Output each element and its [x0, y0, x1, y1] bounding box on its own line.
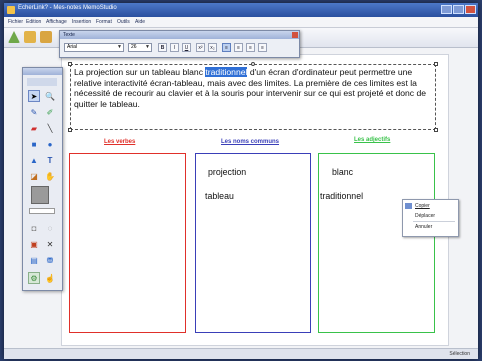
tool-palette: ➤ 🔍 ✎ ✐ ▰ ╲ ■ ● ▲ T ◪ ✋ ◘ ◌ ▣ ✕ ▤ ⛃ ⚙ ☝	[22, 67, 63, 291]
window-title: EcherLink? - Mes-notes MemoStudio	[18, 5, 117, 11]
shape-library-icon[interactable]: ◌	[44, 222, 56, 234]
subscript-button[interactable]: x₂	[208, 43, 217, 52]
triangle-icon[interactable]: ▲	[28, 154, 40, 166]
image-icon[interactable]: ◘	[28, 222, 40, 234]
superscript-button[interactable]: x²	[196, 43, 205, 52]
resize-handle[interactable]	[434, 128, 438, 132]
align-left-button[interactable]: ≡	[222, 43, 231, 52]
category-label-noms: Les noms communs	[221, 139, 280, 145]
category-label-adjectifs: Les adjectifs	[354, 137, 391, 143]
rotate-handle[interactable]	[251, 62, 255, 66]
delete-icon[interactable]: ✕	[44, 238, 56, 250]
menu-cancel[interactable]: Annuler	[415, 224, 432, 230]
line-width-slider[interactable]	[29, 208, 55, 214]
record-icon[interactable]: ⛃	[44, 254, 56, 266]
category-box-verbes[interactable]	[69, 153, 186, 333]
font-family-select[interactable]: Arial ▼	[64, 43, 124, 52]
eraser-icon[interactable]: ▰	[28, 122, 40, 134]
word-tag[interactable]: blanc	[332, 167, 353, 177]
select-icon[interactable]: ➤	[28, 90, 40, 102]
status-bar: Sélection	[4, 348, 478, 359]
category-box-noms[interactable]	[195, 153, 311, 333]
fill-icon[interactable]: ◪	[28, 170, 40, 182]
menu-fichier[interactable]: Fichier	[8, 19, 23, 25]
app-logo-icon	[7, 6, 15, 14]
font-value: Arial	[67, 44, 78, 50]
pointer-mode-icon[interactable]: ☝	[44, 272, 56, 284]
selected-word[interactable]: traditionnel	[205, 67, 248, 77]
paragraph-start: La projection sur un tableau blanc	[74, 67, 206, 77]
align-center-button[interactable]: ≡	[234, 43, 243, 52]
text-format-palette: Texte Arial ▼ 26 ▼ B I U x² x₂ ≡ ≡ ≡ ≡	[59, 30, 300, 58]
close-palette-icon[interactable]	[292, 32, 298, 38]
color-swatch-icon[interactable]	[31, 186, 49, 204]
font-size-select[interactable]: 26 ▼	[128, 43, 152, 52]
align-right-button[interactable]: ≡	[246, 43, 255, 52]
screen-icon[interactable]: ▤	[28, 254, 40, 266]
bold-button[interactable]: B	[158, 43, 167, 52]
home-icon[interactable]	[8, 31, 20, 43]
zoom-icon[interactable]: 🔍	[44, 90, 56, 102]
menu-move[interactable]: Déplacer	[415, 213, 435, 219]
minimize-button[interactable]	[441, 5, 452, 14]
pen-icon[interactable]: ✎	[28, 106, 40, 118]
highlighter-icon[interactable]: ✐	[44, 106, 56, 118]
maximize-button[interactable]	[453, 5, 464, 14]
chevron-down-icon: ▼	[117, 44, 122, 50]
context-menu: Copier Déplacer Annuler	[402, 199, 459, 237]
menu-separator	[413, 221, 455, 222]
menu-format[interactable]: Format	[96, 19, 112, 25]
line-icon[interactable]: ╲	[44, 122, 56, 134]
palette-header-icon	[27, 78, 57, 86]
menu-copy[interactable]: Copier	[415, 203, 430, 209]
menu-edition[interactable]: Edition	[26, 19, 41, 25]
underline-button[interactable]: U	[182, 43, 191, 52]
resize-handle[interactable]	[68, 62, 72, 66]
rectangle-icon[interactable]: ■	[28, 138, 40, 150]
palette-title-bar	[23, 68, 62, 75]
hand-icon[interactable]: ✋	[44, 170, 56, 182]
menu-affichage[interactable]: Affichage	[46, 19, 67, 25]
category-box-adjectifs[interactable]	[318, 153, 435, 333]
save-icon[interactable]	[40, 31, 52, 43]
menu-aide[interactable]: Aide	[135, 19, 145, 25]
menu-outils[interactable]: Outils	[117, 19, 130, 25]
copy-icon	[405, 203, 412, 209]
title-bar: EcherLink? - Mes-notes MemoStudio	[4, 3, 478, 17]
size-value: 26	[131, 44, 137, 50]
mode-icon[interactable]: ⚙	[28, 272, 40, 284]
close-button[interactable]	[465, 5, 476, 14]
text-box[interactable]: La projection sur un tableau blanc tradi…	[68, 62, 438, 132]
status-text: Sélection	[449, 351, 470, 357]
word-tag[interactable]: tableau	[205, 191, 234, 201]
open-folder-icon[interactable]	[24, 31, 36, 43]
paragraph-text[interactable]: La projection sur un tableau blanc tradi…	[74, 67, 430, 109]
word-tag[interactable]: projection	[208, 167, 246, 177]
clip-icon[interactable]: ▣	[28, 238, 40, 250]
italic-button[interactable]: I	[170, 43, 179, 52]
app-window: EcherLink? - Mes-notes MemoStudio Fichie…	[4, 3, 478, 359]
justify-button[interactable]: ≡	[258, 43, 267, 52]
word-tag[interactable]: traditionnel	[320, 191, 363, 201]
chevron-down-icon: ▼	[145, 44, 150, 50]
category-label-verbes: Les verbes	[104, 139, 136, 145]
palette-title: Texte	[60, 31, 299, 39]
menu-bar: Fichier Edition Affichage Insertion Form…	[4, 17, 478, 28]
menu-insertion[interactable]: Insertion	[72, 19, 91, 25]
text-icon[interactable]: T	[44, 154, 56, 166]
ellipse-icon[interactable]: ●	[44, 138, 56, 150]
resize-handle[interactable]	[68, 128, 72, 132]
resize-handle[interactable]	[434, 62, 438, 66]
